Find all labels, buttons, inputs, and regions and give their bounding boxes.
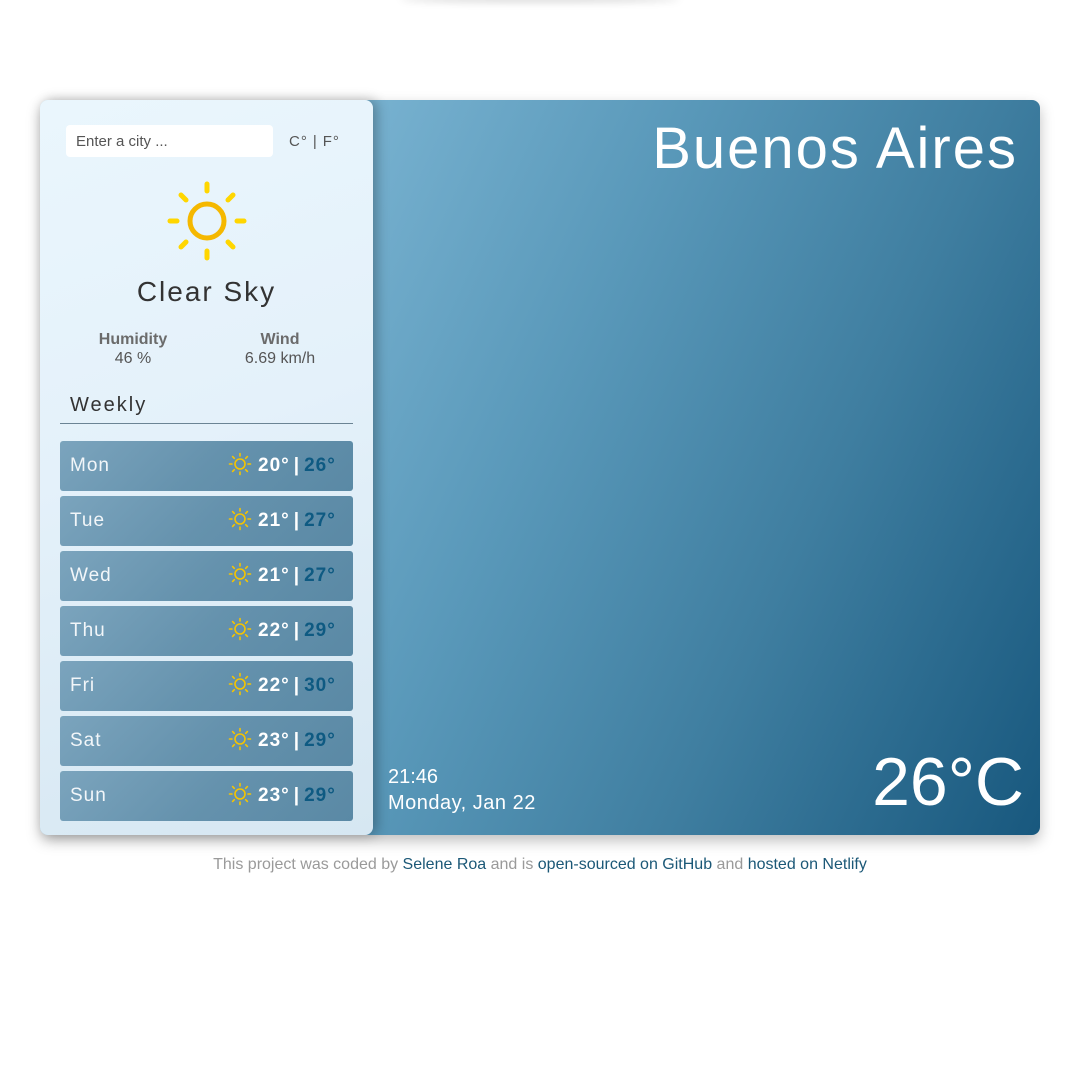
- day-name: Sun: [70, 785, 107, 806]
- max-temp: 27°: [304, 510, 336, 531]
- temp-separator: |: [293, 455, 301, 476]
- forecast-day-row[interactable]: Thu 22° | 29°: [60, 606, 353, 656]
- netlify-link[interactable]: hosted on Netlify: [748, 856, 867, 873]
- max-temp: 29°: [304, 620, 336, 641]
- celsius-toggle[interactable]: C°: [289, 133, 308, 150]
- sun-icon: [228, 782, 252, 806]
- footer: This project was coded by Selene Roa and…: [0, 856, 1080, 874]
- max-temp: 30°: [304, 675, 336, 696]
- min-temp: 22°: [258, 620, 290, 641]
- current-time: 21:46: [388, 766, 439, 788]
- unit-separator: |: [312, 133, 318, 150]
- max-temp: 29°: [304, 730, 336, 751]
- day-temperatures: 23° | 29°: [258, 785, 336, 807]
- sun-icon: [228, 562, 252, 586]
- sidebar: C°|F° Clear Sky Humidity 46 % Wind 6.69 …: [40, 100, 373, 835]
- sun-icon: [228, 507, 252, 531]
- temp-separator: |: [293, 730, 301, 751]
- footer-text: This project was coded by: [213, 856, 403, 873]
- day-temperatures: 22° | 29°: [258, 620, 336, 642]
- sun-icon: [228, 452, 252, 476]
- temp-separator: |: [293, 675, 301, 696]
- sun-icon: [228, 617, 252, 641]
- temp-separator: |: [293, 510, 301, 531]
- day-name: Tue: [70, 510, 106, 531]
- day-temperatures: 20° | 26°: [258, 455, 336, 477]
- min-temp: 23°: [258, 785, 290, 806]
- temp-separator: |: [293, 620, 301, 641]
- day-temperatures: 21° | 27°: [258, 510, 336, 532]
- day-temperatures: 21° | 27°: [258, 565, 336, 587]
- day-name: Wed: [70, 565, 112, 586]
- temp-separator: |: [293, 565, 301, 586]
- min-temp: 20°: [258, 455, 290, 476]
- day-name: Sat: [70, 730, 102, 751]
- author-link[interactable]: Selene Roa: [403, 856, 487, 873]
- city-search-input[interactable]: [66, 125, 273, 157]
- temp-separator: |: [293, 785, 301, 806]
- city-name: Buenos Aires: [652, 116, 1018, 181]
- forecast-day-row[interactable]: Wed 21° | 27°: [60, 551, 353, 601]
- day-temperatures: 23° | 29°: [258, 730, 336, 752]
- sun-icon: [167, 181, 247, 261]
- weather-app: C°|F° Clear Sky Humidity 46 % Wind 6.69 …: [40, 100, 1040, 835]
- max-temp: 27°: [304, 565, 336, 586]
- forecast-day-row[interactable]: Tue 21° | 27°: [60, 496, 353, 546]
- wind-label: Wind: [260, 331, 300, 348]
- current-date: Monday, Jan 22: [388, 792, 536, 814]
- sun-icon: [228, 672, 252, 696]
- day-name: Fri: [70, 675, 96, 696]
- wind-stat: Wind 6.69 km/h: [215, 331, 345, 368]
- forecast-day-row[interactable]: Mon 20° | 26°: [60, 441, 353, 491]
- min-temp: 23°: [258, 730, 290, 751]
- sun-icon: [228, 727, 252, 751]
- humidity-value: 46 %: [114, 350, 152, 367]
- weekly-divider: [60, 423, 353, 424]
- current-temperature: 26°C: [872, 744, 1024, 820]
- weekly-heading: Weekly: [70, 394, 148, 416]
- weekly-forecast-list: Mon 20° | 26° Tue 21° | 27° Wed 21° | 27° Thu …: [60, 441, 353, 826]
- footer-text: and is: [486, 856, 538, 873]
- max-temp: 26°: [304, 455, 336, 476]
- day-temperatures: 22° | 30°: [258, 675, 336, 697]
- day-name: Thu: [70, 620, 106, 641]
- wind-value: 6.69 km/h: [244, 350, 316, 367]
- min-temp: 21°: [258, 510, 290, 531]
- min-temp: 21°: [258, 565, 290, 586]
- fahrenheit-toggle[interactable]: F°: [323, 133, 340, 150]
- forecast-day-row[interactable]: Sat 23° | 29°: [60, 716, 353, 766]
- forecast-day-row[interactable]: Sun 23° | 29°: [60, 771, 353, 821]
- day-name: Mon: [70, 455, 110, 476]
- humidity-label: Humidity: [98, 331, 168, 348]
- min-temp: 22°: [258, 675, 290, 696]
- humidity-stat: Humidity 46 %: [68, 331, 198, 368]
- forecast-day-row[interactable]: Fri 22° | 30°: [60, 661, 353, 711]
- footer-text: and: [712, 856, 748, 873]
- weather-condition: Clear Sky: [136, 276, 277, 307]
- github-link[interactable]: open-sourced on GitHub: [538, 856, 712, 873]
- unit-toggle: C° | F°: [289, 133, 340, 150]
- max-temp: 29°: [304, 785, 336, 806]
